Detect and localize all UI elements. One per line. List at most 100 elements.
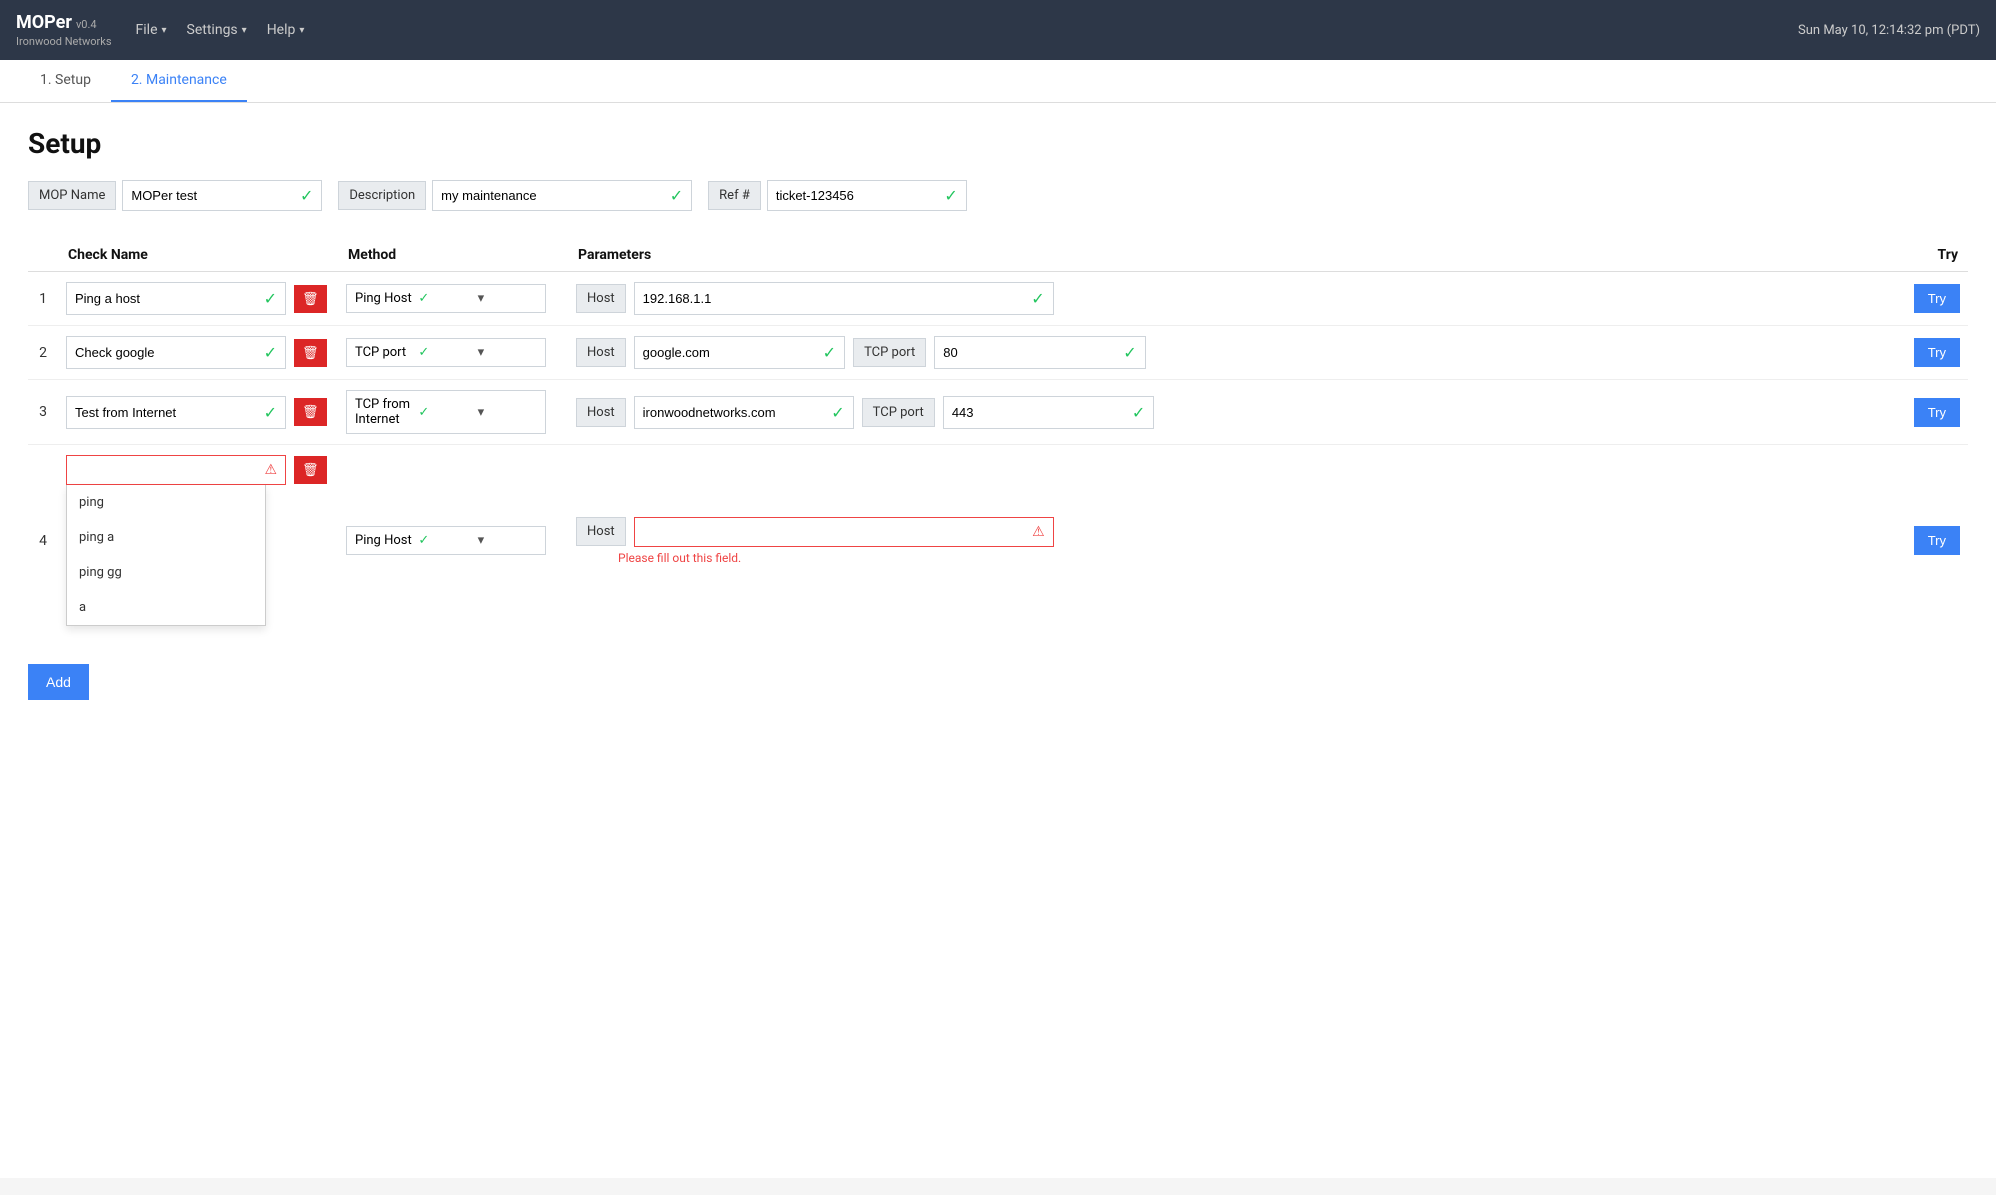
- autocomplete-item[interactable]: ping gg: [67, 555, 265, 590]
- check-valid-icon: ✓: [944, 186, 957, 205]
- try-button[interactable]: Try: [1914, 398, 1960, 427]
- method-value: TCP from Internet: [355, 397, 414, 427]
- host-param-input[interactable]: [643, 291, 1028, 306]
- app-name: MOPer: [16, 11, 72, 34]
- delete-button[interactable]: 🗑: [294, 456, 327, 484]
- ref-input-wrapper[interactable]: ✓: [767, 180, 967, 211]
- check-table: Check Name Method Parameters Try 1 ✓ 🗑: [28, 239, 1968, 636]
- tcp-port-param-input-wrapper[interactable]: ✓: [934, 336, 1145, 369]
- tab-setup[interactable]: 1. Setup: [20, 60, 111, 102]
- table-row: 4 ⚠ 🗑 ping ping a: [28, 445, 1968, 637]
- check-valid-icon: ✓: [264, 403, 277, 422]
- description-input[interactable]: [441, 188, 666, 203]
- chevron-down-icon: ▾: [478, 291, 537, 306]
- ref-input[interactable]: [776, 188, 941, 203]
- host-param-input-wrapper[interactable]: ✓: [634, 282, 1054, 315]
- delete-button[interactable]: 🗑: [294, 285, 327, 313]
- method-value: TCP port: [355, 345, 414, 360]
- chevron-down-icon: ▾: [242, 25, 247, 36]
- col-check-name-header: Check Name: [58, 239, 338, 272]
- check-name-input[interactable]: [75, 405, 260, 420]
- method-select-wrapper[interactable]: Ping Host ✓ ▾: [346, 526, 546, 555]
- col-num-header: [28, 239, 58, 272]
- host-param-input-wrapper[interactable]: ✓: [634, 336, 845, 369]
- method-select-wrapper[interactable]: Ping Host ✓ ▾: [346, 284, 546, 313]
- try-button[interactable]: Try: [1914, 284, 1960, 313]
- setup-fields-row: MOP Name ✓ Description ✓ Ref # ✓: [28, 180, 1968, 211]
- mop-name-label: MOP Name: [28, 181, 116, 210]
- method-select-wrapper[interactable]: TCP port ✓ ▾: [346, 338, 546, 367]
- check-valid-icon: ✓: [1123, 343, 1136, 362]
- chevron-down-icon: ▾: [162, 25, 167, 36]
- mop-name-input[interactable]: [131, 188, 296, 203]
- tab-maintenance[interactable]: 2. Maintenance: [111, 60, 247, 102]
- try-cell: Try: [1888, 380, 1968, 445]
- app-version: v0.4: [76, 18, 97, 32]
- tcp-port-param-label: TCP port: [853, 338, 926, 367]
- table-row: 3 ✓ 🗑 TCP from Internet ✓ ▾: [28, 380, 1968, 445]
- method-select-wrapper[interactable]: TCP from Internet ✓ ▾: [346, 390, 546, 434]
- host-param-input[interactable]: [643, 345, 819, 360]
- check-name-cell: ⚠ 🗑 ping ping a ping gg a: [58, 445, 338, 637]
- row-number: 2: [28, 326, 58, 380]
- row-number: 1: [28, 272, 58, 326]
- ref-field: Ref # ✓: [708, 180, 967, 211]
- check-name-input-wrapper[interactable]: ⚠: [66, 455, 286, 485]
- method-cell: Ping Host ✓ ▾: [338, 445, 568, 637]
- page-title: Setup: [28, 127, 1968, 160]
- host-param-label: Host: [576, 284, 626, 313]
- description-input-wrapper[interactable]: ✓: [432, 180, 692, 211]
- check-name-input[interactable]: [75, 291, 260, 306]
- check-valid-icon: ✓: [823, 343, 836, 362]
- method-cell: TCP from Internet ✓ ▾: [338, 380, 568, 445]
- autocomplete-item[interactable]: ping: [67, 485, 265, 520]
- host-param-input[interactable]: [643, 524, 1028, 539]
- check-name-input[interactable]: [75, 345, 260, 360]
- tcp-port-param-input-wrapper[interactable]: ✓: [943, 396, 1154, 429]
- chevron-down-icon: ▾: [478, 405, 537, 420]
- autocomplete-item[interactable]: ping a: [67, 520, 265, 555]
- check-valid-icon: ✓: [1031, 289, 1044, 308]
- params-cell: Host ✓: [568, 272, 1888, 326]
- host-param-input-wrapper[interactable]: ✓: [634, 396, 854, 429]
- method-cell: Ping Host ✓ ▾: [338, 272, 568, 326]
- add-button[interactable]: Add: [28, 664, 89, 700]
- try-cell: Try: [1888, 445, 1968, 637]
- check-name-cell: ✓ 🗑: [58, 326, 338, 380]
- host-param-input-wrapper[interactable]: ⚠: [634, 517, 1054, 547]
- chevron-down-icon: ▾: [478, 345, 537, 360]
- autocomplete-item[interactable]: a: [67, 590, 265, 625]
- tcp-port-param-input[interactable]: [943, 345, 1119, 360]
- check-name-input-wrapper[interactable]: ✓: [66, 282, 286, 315]
- check-name-cell: ✓ 🗑: [58, 272, 338, 326]
- host-param-label: Host: [576, 398, 626, 427]
- check-valid-icon: ✓: [418, 345, 477, 360]
- nav-help[interactable]: Help ▾: [267, 22, 305, 38]
- try-button[interactable]: Try: [1914, 526, 1960, 555]
- check-name-input-wrapper[interactable]: ✓: [66, 396, 286, 429]
- mop-name-field: MOP Name ✓: [28, 180, 322, 211]
- delete-button[interactable]: 🗑: [294, 398, 327, 426]
- row-number: 3: [28, 380, 58, 445]
- mop-name-input-wrapper[interactable]: ✓: [122, 180, 322, 211]
- check-valid-icon: ✓: [1132, 403, 1145, 422]
- delete-button[interactable]: 🗑: [294, 339, 327, 367]
- datetime-display: Sun May 10, 12:14:32 pm (PDT): [1798, 23, 1980, 38]
- check-name-input[interactable]: [75, 463, 260, 478]
- try-button[interactable]: Try: [1914, 338, 1960, 367]
- field-error-message: Please fill out this field.: [618, 551, 1880, 565]
- nav-file[interactable]: File ▾: [136, 22, 167, 38]
- col-method-header: Method: [338, 239, 568, 272]
- col-params-header: Parameters: [568, 239, 1888, 272]
- chevron-down-icon: ▾: [478, 533, 537, 548]
- table-row: 2 ✓ 🗑 TCP port ✓ ▾: [28, 326, 1968, 380]
- error-icon: ⚠: [264, 462, 277, 478]
- nav-settings[interactable]: Settings ▾: [187, 22, 247, 38]
- check-name-input-wrapper[interactable]: ✓: [66, 336, 286, 369]
- host-param-input[interactable]: [643, 405, 828, 420]
- tcp-port-param-input[interactable]: [952, 405, 1128, 420]
- description-label: Description: [338, 181, 426, 210]
- try-cell: Try: [1888, 272, 1968, 326]
- check-valid-icon: ✓: [670, 186, 683, 205]
- check-valid-icon: ✓: [831, 403, 844, 422]
